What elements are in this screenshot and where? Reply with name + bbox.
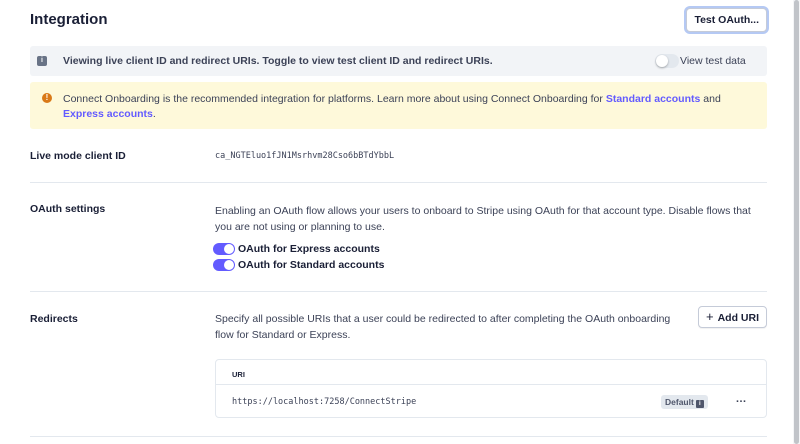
- default-badge-label: Default: [665, 397, 694, 407]
- client-id-value[interactable]: ca_NGTEluo1fJN1Msrhvm28Cso6bBTdYbbL: [215, 151, 394, 161]
- oauth-standard-toggle-row[interactable]: OAuth for Standard accounts: [213, 258, 433, 272]
- warning-text-part: Connect Onboarding is the recommended in…: [63, 93, 606, 105]
- oauth-express-switch[interactable]: [213, 243, 235, 255]
- toggle-knob: [224, 260, 234, 270]
- add-uri-button[interactable]: + Add URI: [698, 306, 767, 328]
- more-options-button[interactable]: …: [733, 394, 749, 408]
- table-row-uri[interactable]: https://localhost:7258/ConnectStripe: [232, 397, 416, 407]
- divider: [30, 182, 767, 183]
- divider: [30, 436, 767, 437]
- divider: [216, 384, 766, 385]
- toggle-knob: [656, 55, 668, 67]
- default-badge: Default i: [661, 395, 708, 409]
- divider: [30, 291, 767, 292]
- scrollbar-thumb[interactable]: [794, 0, 799, 444]
- oauth-standard-switch[interactable]: [213, 259, 235, 271]
- info-icon: i: [37, 56, 47, 66]
- redirects-description: Specify all possible URIs that a user co…: [215, 313, 671, 341]
- page-title: Integration: [30, 11, 108, 28]
- warning-text-part: .: [152, 108, 156, 120]
- uri-column-header: URI: [232, 370, 245, 379]
- warning-text-part: and: [700, 93, 721, 105]
- redirect-uri-table: URI https://localhost:7258/ConnectStripe…: [215, 359, 767, 418]
- oauth-settings-label: OAuth settings: [30, 203, 106, 215]
- info-icon[interactable]: i: [695, 400, 704, 408]
- standard-accounts-link[interactable]: Standard accounts: [606, 93, 701, 105]
- page-header: Integration Test OAuth...: [30, 8, 767, 34]
- test-oauth-button[interactable]: Test OAuth...: [686, 8, 767, 32]
- info-banner-text: Viewing live client ID and redirect URIs…: [63, 55, 493, 67]
- warning-icon: !: [42, 93, 52, 103]
- warning-banner-text: Connect Onboarding is the recommended in…: [63, 92, 753, 122]
- view-test-data-toggle[interactable]: [655, 54, 679, 68]
- oauth-settings-description: Enabling an OAuth flow allows your users…: [215, 205, 751, 233]
- express-accounts-link[interactable]: Express accounts: [63, 108, 153, 120]
- add-uri-label: Add URI: [717, 312, 759, 324]
- plus-icon: +: [705, 309, 714, 324]
- scrollbar[interactable]: [793, 0, 800, 444]
- info-banner: i Viewing live client ID and redirect UR…: [30, 46, 767, 76]
- oauth-standard-label[interactable]: OAuth for Standard accounts: [238, 258, 384, 272]
- oauth-express-label[interactable]: OAuth for Express accounts: [238, 242, 380, 256]
- view-test-data-label[interactable]: View test data: [680, 55, 746, 67]
- integration-page: Integration Test OAuth... i Viewing live…: [30, 0, 767, 444]
- connect-onboarding-banner: ! Connect Onboarding is the recommended …: [30, 82, 767, 129]
- oauth-express-toggle-row[interactable]: OAuth for Express accounts: [213, 242, 433, 256]
- redirects-label: Redirects: [30, 313, 78, 325]
- client-id-label: Live mode client ID: [30, 150, 126, 162]
- toggle-knob: [224, 244, 234, 254]
